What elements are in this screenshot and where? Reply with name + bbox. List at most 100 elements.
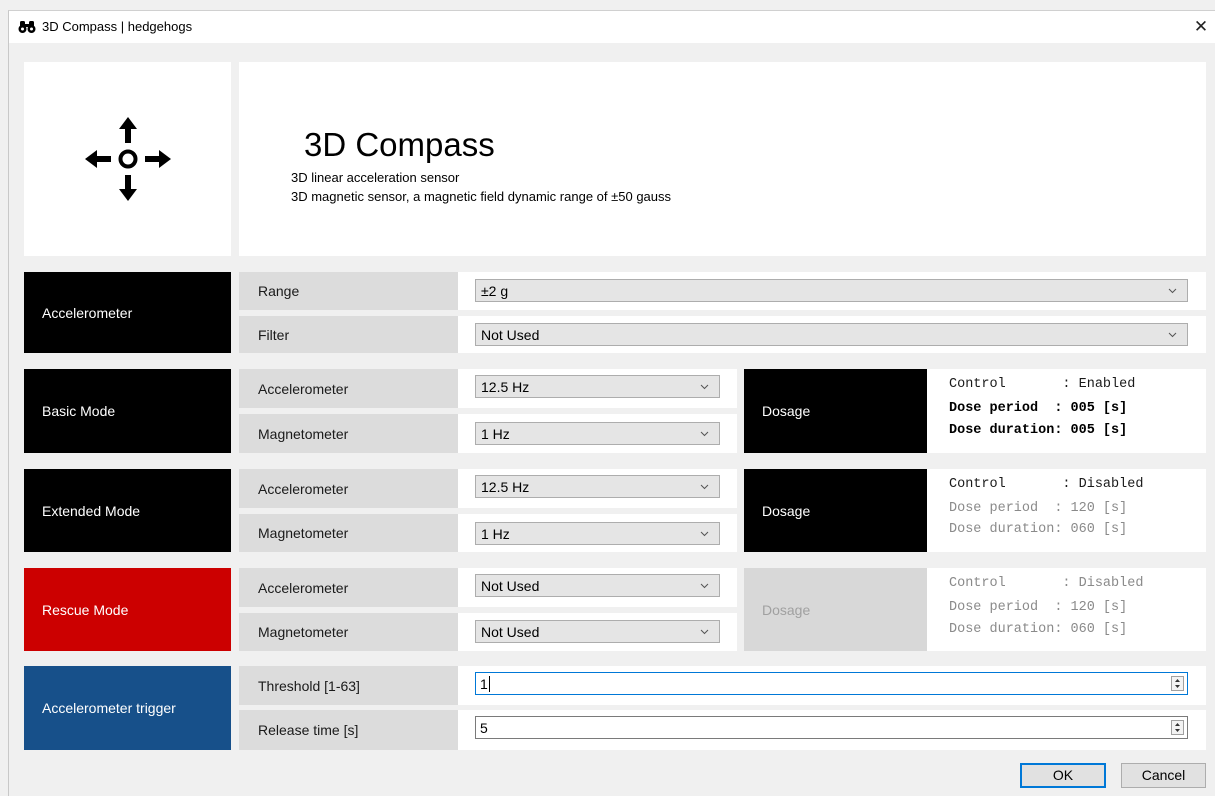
header-icon-panel [24,62,231,256]
trigger-block-label: Accelerometer trigger [42,700,176,716]
chevron-down-icon [1168,332,1177,338]
title-bar: 3D Compass | hedgehogs ✕ [9,11,1215,43]
rescue-dosage-duration: Dose duration: 060 [s] [949,622,1128,637]
basic-mode-block: Basic Mode [24,369,231,453]
basic-magnet-label-text: Magnetometer [258,425,349,442]
spinner-arrows-icon [1175,723,1180,732]
range-select-value: ±2 g [481,282,509,299]
rescue-accel-label: Accelerometer [239,568,458,607]
header-subtitle-1: 3D linear acceleration sensor [291,170,460,185]
cancel-button[interactable]: Cancel [1121,763,1206,788]
chevron-down-icon [700,384,709,390]
accelerometer-block-label: Accelerometer [42,304,133,321]
extended-dosage-panel: Control : Disabled Dose period : 120 [s]… [927,469,1206,552]
filter-label-text: Filter [258,326,290,343]
spinner-arrows-icon [1175,679,1180,688]
basic-dosage-control: Control : Enabled [949,377,1136,392]
basic-accel-panel: 12.5 Hz [458,369,737,408]
chevron-down-icon [700,629,709,635]
release-time-spinner[interactable] [1171,720,1184,735]
trigger-block: Accelerometer trigger [24,666,231,750]
basic-dosage-panel: Control : Enabled Dose period : 005 [s] … [927,369,1206,453]
ok-button-label: OK [1052,767,1074,783]
rescue-dosage-control: Control : Disabled [949,576,1144,591]
basic-dosage-block[interactable]: Dosage [744,369,927,453]
chevron-down-icon [700,531,709,537]
rescue-accel-panel: Not Used [458,568,737,607]
extended-dosage-label: Dosage [762,502,811,519]
chevron-down-icon [700,484,709,490]
extended-magnet-label: Magnetometer [239,514,458,552]
basic-dosage-label: Dosage [762,403,811,419]
rescue-magnet-select[interactable]: Not Used [475,620,720,643]
chevron-down-icon [700,583,709,589]
header-subtitle-2: 3D magnetic sensor, a magnetic field dyn… [291,189,672,204]
close-icon: ✕ [1193,17,1209,36]
threshold-label-text: Threshold [1-63] [258,677,360,694]
threshold-input[interactable]: 1 [475,672,1188,695]
rescue-magnet-panel: Not Used [458,613,737,651]
text-caret [488,675,490,692]
cancel-button-label: Cancel [1141,767,1186,783]
rescue-magnet-value: Not Used [481,623,540,640]
basic-accel-label-text: Accelerometer [258,380,349,397]
range-label: Range [239,272,458,310]
threshold-value: 1 [480,675,488,692]
threshold-label: Threshold [1-63] [239,666,458,705]
threshold-panel: 1 [458,666,1206,705]
basic-magnet-select[interactable]: 1 Hz [475,422,720,445]
release-label: Release time [s] [239,710,458,750]
dialog-window: 3D Compass | hedgehogs ✕ 3D Compass 3D l… [8,10,1215,796]
extended-dosage-block[interactable]: Dosage [744,469,927,552]
rescue-accel-value: Not Used [481,577,540,594]
rescue-dosage-label: Dosage [762,601,811,618]
basic-magnet-value: 1 Hz [481,425,510,442]
extended-accel-select[interactable]: 12.5 Hz [475,475,720,498]
rescue-accel-label-text: Accelerometer [258,579,349,596]
rescue-dosage-block[interactable]: Dosage [744,568,927,651]
filter-select-value: Not Used [481,326,540,343]
extended-dosage-control: Control : Disabled [949,477,1144,492]
rescue-dosage-panel: Control : Disabled Dose period : 120 [s]… [927,568,1206,651]
range-label-text: Range [258,283,300,299]
header-panel: 3D Compass 3D linear acceleration sensor… [239,62,1206,256]
extended-accel-label: Accelerometer [239,469,458,508]
basic-mode-label: Basic Mode [42,403,116,419]
range-panel: ±2 g [458,272,1206,310]
ok-button[interactable]: OK [1020,763,1106,788]
basic-magnet-panel: 1 Hz [458,414,737,453]
rescue-dosage-period: Dose period : 120 [s] [949,600,1128,615]
threshold-spinner[interactable] [1171,676,1184,691]
release-time-input[interactable]: 5 [475,716,1188,739]
basic-accel-select[interactable]: 12.5 Hz [475,375,720,398]
filter-select[interactable]: Not Used [475,323,1188,346]
rescue-magnet-label-text: Magnetometer [258,624,349,640]
close-button[interactable]: ✕ [1186,11,1215,43]
release-label-text: Release time [s] [258,722,359,738]
chevron-down-icon [700,431,709,437]
basic-accel-label: Accelerometer [239,369,458,408]
accelerometer-block: Accelerometer [24,272,231,353]
rescue-accel-select[interactable]: Not Used [475,574,720,597]
basic-dosage-duration: Dose duration: 005 [s] [949,423,1128,438]
rescue-mode-label: Rescue Mode [42,601,129,618]
release-panel: 5 [458,710,1206,750]
basic-dosage-period: Dose period : 005 [s] [949,401,1128,416]
release-time-value: 5 [480,719,488,736]
filter-label: Filter [239,316,458,353]
extended-magnet-select[interactable]: 1 Hz [475,522,720,545]
extended-accel-value: 12.5 Hz [481,478,530,495]
extended-accel-panel: 12.5 Hz [458,469,737,508]
basic-magnet-label: Magnetometer [239,414,458,453]
rescue-magnet-label: Magnetometer [239,613,458,651]
extended-dosage-duration: Dose duration: 060 [s] [949,522,1128,537]
window-title: 3D Compass | hedgehogs [42,19,193,34]
extended-magnet-value: 1 Hz [481,525,510,542]
range-select[interactable]: ±2 g [475,279,1188,302]
extended-magnet-label-text: Magnetometer [258,525,349,541]
extended-dosage-period: Dose period : 120 [s] [949,501,1128,516]
extended-magnet-panel: 1 Hz [458,514,737,552]
binoculars-icon [18,21,36,33]
move-arrows-icon [85,117,171,201]
rescue-mode-block: Rescue Mode [24,568,231,651]
